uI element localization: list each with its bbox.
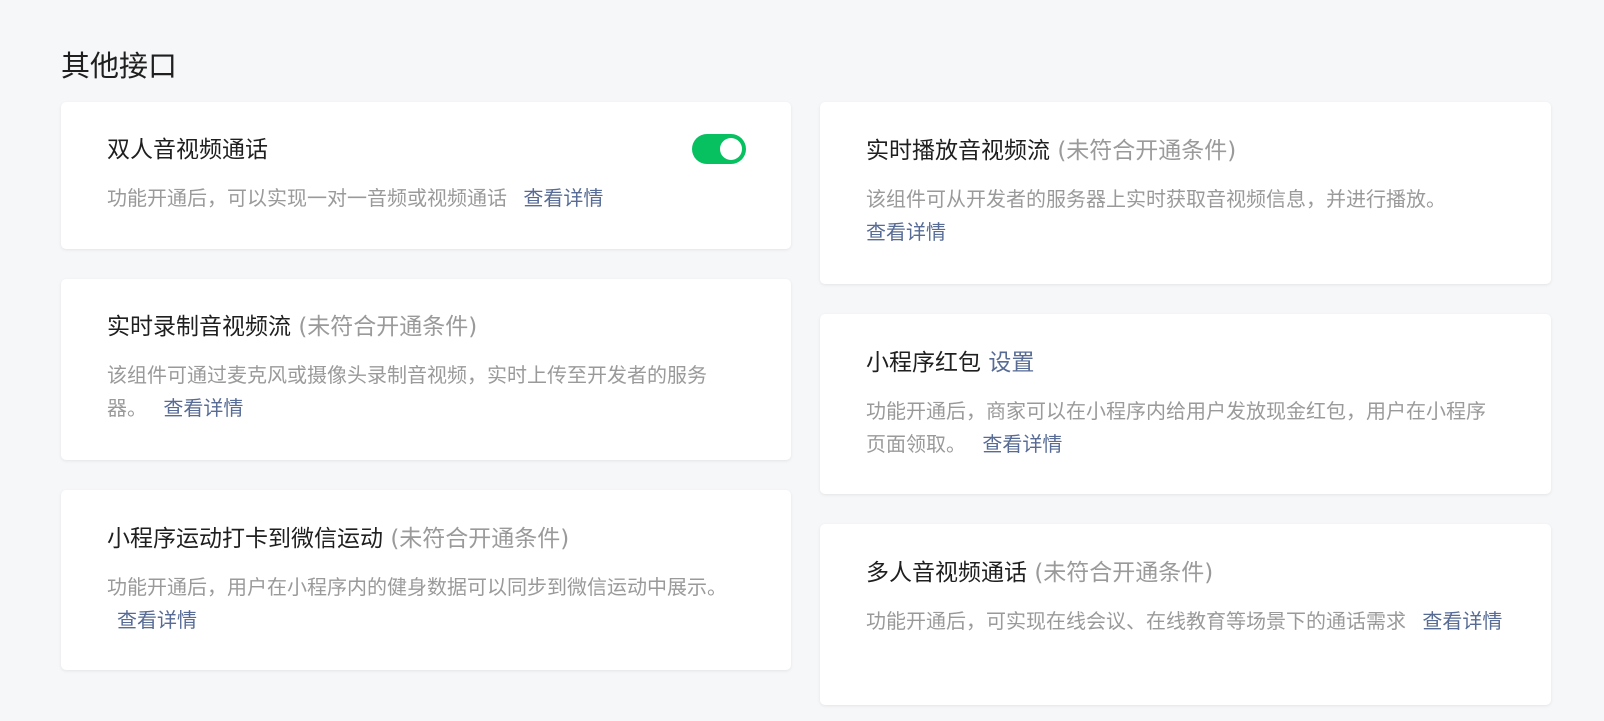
- card-desc: 该组件可通过麦克风或摄像头录制音视频，实时上传至开发者的服务器。 查看详情: [107, 359, 745, 425]
- card-desc: 功能开通后，用户在小程序内的健身数据可以同步到微信运动中展示。 查看详情: [107, 571, 745, 637]
- card-title-text: 小程序运动打卡到微信运动: [107, 526, 383, 552]
- card-desc: 功能开通后，可实现在线会议、在线教育等场景下的通话需求 查看详情: [866, 605, 1505, 638]
- card-title-text: 小程序红包: [866, 350, 981, 376]
- card-title: 实时播放音视频流 (未符合开通条件): [866, 135, 1505, 167]
- card-desc: 功能开通后，商家可以在小程序内给用户发放现金红包，用户在小程序页面领取。 查看详…: [866, 395, 1505, 461]
- view-details-link[interactable]: 查看详情: [982, 432, 1062, 456]
- page: 其他接口 双人音视频通话 功能开通后，可以实现一对一音频或视频通话 查看详情 实…: [0, 0, 1604, 721]
- card-title: 双人音视频通话: [107, 134, 745, 166]
- view-details-link[interactable]: 查看详情: [523, 186, 603, 210]
- card-title-text: 多人音视频通话: [866, 560, 1027, 586]
- view-details-link[interactable]: 查看详情: [163, 396, 243, 420]
- card-desc-text: 功能开通后，可实现在线会议、在线教育等场景下的通话需求: [866, 609, 1406, 633]
- card-red-packet: 小程序红包 设置 功能开通后，商家可以在小程序内给用户发放现金红包，用户在小程序…: [820, 314, 1551, 494]
- view-details-link[interactable]: 查看详情: [1422, 609, 1502, 633]
- card-live-record: 实时录制音视频流 (未符合开通条件) 该组件可通过麦克风或摄像头录制音视频，实时…: [61, 279, 791, 460]
- card-live-play: 实时播放音视频流 (未符合开通条件) 该组件可从开发者的服务器上实时获取音视频信…: [820, 102, 1551, 284]
- card-title-text: 实时播放音视频流: [866, 138, 1050, 164]
- card-title-text: 双人音视频通话: [107, 137, 268, 163]
- card-title: 多人音视频通话 (未符合开通条件): [866, 557, 1505, 589]
- view-details-link[interactable]: 查看详情: [117, 608, 197, 632]
- card-desc-text: 功能开通后，商家可以在小程序内给用户发放现金红包，用户在小程序页面领取。: [866, 399, 1486, 456]
- card-multi-av-call: 多人音视频通话 (未符合开通条件) 功能开通后，可实现在线会议、在线教育等场景下…: [820, 524, 1551, 705]
- condition-note: (未符合开通条件): [298, 314, 478, 340]
- toggle-knob: [720, 138, 742, 160]
- card-sport-checkin: 小程序运动打卡到微信运动 (未符合开通条件) 功能开通后，用户在小程序内的健身数…: [61, 490, 791, 670]
- card-desc: 功能开通后，可以实现一对一音频或视频通话 查看详情: [107, 182, 745, 215]
- card-dual-av-call: 双人音视频通话 功能开通后，可以实现一对一音频或视频通话 查看详情: [61, 102, 791, 249]
- section-title: 其他接口: [61, 49, 178, 83]
- card-title: 实时录制音视频流 (未符合开通条件): [107, 311, 745, 343]
- condition-note: (未符合开通条件): [1057, 138, 1237, 164]
- dual-av-call-toggle[interactable]: [692, 134, 746, 164]
- card-desc-text: 功能开通后，用户在小程序内的健身数据可以同步到微信运动中展示。: [107, 575, 727, 599]
- card-desc-text: 该组件可从开发者的服务器上实时获取音视频信息，并进行播放。: [866, 187, 1446, 211]
- card-desc-text: 功能开通后，可以实现一对一音频或视频通话: [107, 186, 507, 210]
- card-desc: 该组件可从开发者的服务器上实时获取音视频信息，并进行播放。 查看详情: [866, 183, 1505, 249]
- card-title: 小程序运动打卡到微信运动 (未符合开通条件): [107, 523, 745, 555]
- red-packet-settings-link[interactable]: 设置: [988, 350, 1034, 376]
- card-title: 小程序红包 设置: [866, 347, 1505, 379]
- card-title-text: 实时录制音视频流: [107, 314, 291, 340]
- view-details-link[interactable]: 查看详情: [866, 220, 946, 244]
- condition-note: (未符合开通条件): [1034, 560, 1214, 586]
- condition-note: (未符合开通条件): [390, 526, 570, 552]
